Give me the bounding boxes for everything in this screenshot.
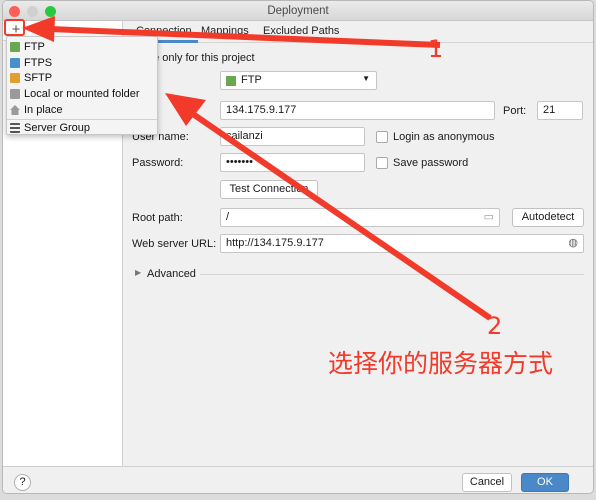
annotation-number-2: 2 xyxy=(487,312,503,340)
arrow-2 xyxy=(188,109,492,321)
highlight-box xyxy=(4,19,25,36)
annotation-number-1: 1 xyxy=(428,35,444,63)
arrow-1 xyxy=(49,26,441,48)
annotation-caption: 选择你的服务器方式 xyxy=(328,349,554,378)
annotation-overlay xyxy=(4,16,492,321)
arrow-1-head xyxy=(22,16,55,42)
